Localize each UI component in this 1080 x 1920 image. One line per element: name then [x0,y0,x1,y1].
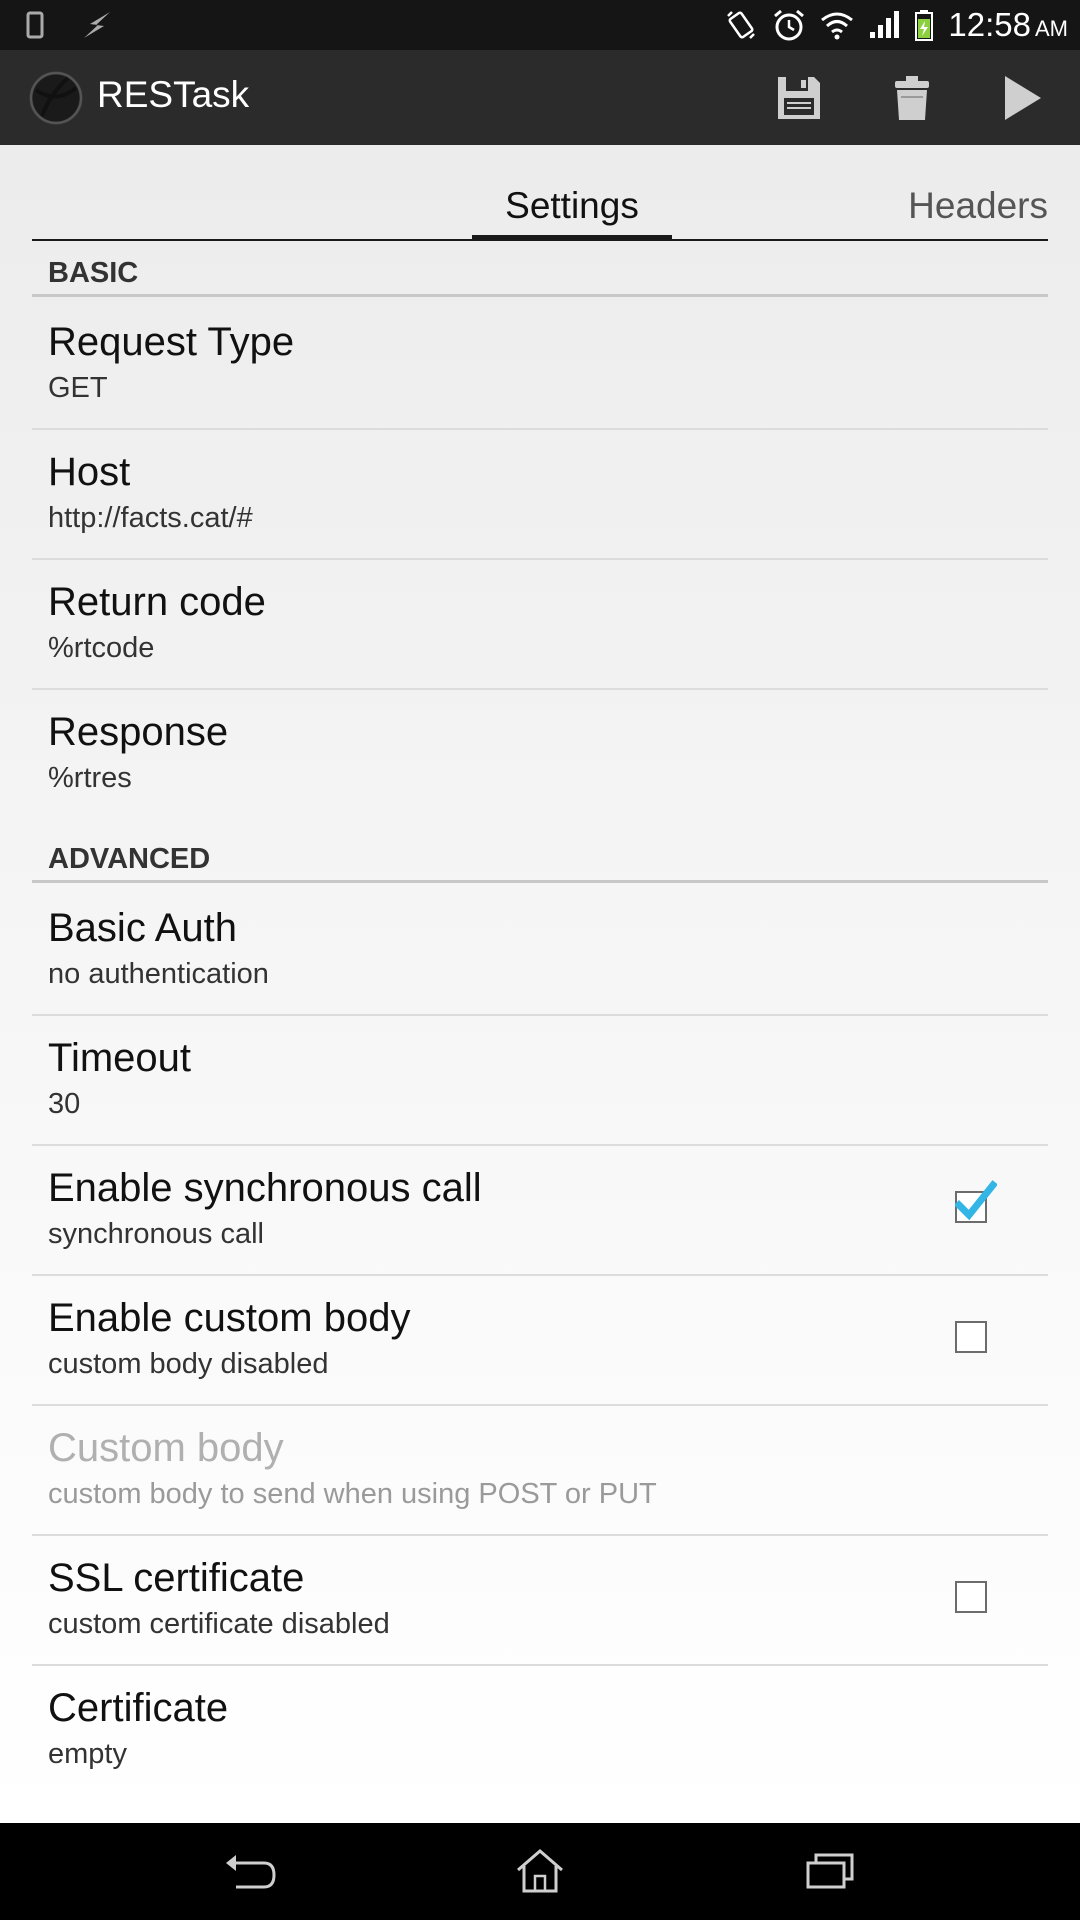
recents-icon [806,1853,854,1889]
section-header-basic: BASIC [32,247,1048,297]
custom-body-checkbox[interactable] [955,1321,987,1353]
pref-summary: http://facts.cat/# [48,502,253,534]
settings-content: Settings Headers BASIC Request Type GET … [0,145,1080,1823]
trash-icon [895,76,929,120]
pref-summary: custom body disabled [48,1348,329,1380]
pref-return-code[interactable]: Return code %rtcode [32,560,1048,690]
pref-response[interactable]: Response %rtres [32,690,1048,820]
app-logo-icon [29,71,83,125]
pref-title: Request Type [48,320,295,364]
pref-summary: custom certificate disabled [48,1608,390,1640]
check-icon [955,1180,997,1221]
pref-custom-body: Custom body custom body to send when usi… [32,1406,1048,1536]
navigation-bar [0,1823,1080,1920]
app-title: RESTask [97,74,250,115]
status-time: 12:58 AM [948,6,1068,43]
pref-title: Enable synchronous call [48,1166,482,1210]
section-title: BASIC [48,257,139,289]
sync-call-checkbox[interactable] [955,1180,997,1223]
play-icon [1005,76,1041,120]
save-icon [778,77,820,119]
ssl-certificate-checkbox[interactable] [955,1581,987,1613]
tab-indicator [472,235,672,241]
run-button[interactable] [993,70,1053,126]
pref-summary: 30 [48,1088,81,1120]
pref-host[interactable]: Host http://facts.cat/# [32,430,1048,560]
tab-bar: Settings Headers [32,145,1048,241]
vibrate-icon [727,11,756,39]
usb-debug-icon [84,12,110,38]
pref-title: SSL certificate [48,1556,305,1600]
status-bar: 12:58 AM [0,0,1080,50]
pref-title: Custom body [48,1426,284,1470]
back-button[interactable] [215,1843,285,1899]
pref-summary: %rtcode [48,632,155,664]
pref-title: Host [48,450,131,494]
signal-icon [870,11,900,38]
alarm-icon [774,9,805,41]
pref-title: Return code [48,580,266,624]
section-header-advanced: ADVANCED [32,833,1048,883]
home-icon [517,1849,563,1893]
pref-summary: empty [48,1738,127,1770]
battery-icon [915,10,934,41]
wifi-icon [821,12,854,40]
pref-summary: synchronous call [48,1218,264,1250]
pref-title: Enable custom body [48,1296,411,1340]
pref-summary: %rtres [48,762,132,794]
action-bar: RESTask [0,50,1080,145]
back-icon [226,1855,276,1889]
save-button[interactable] [769,70,829,126]
home-button[interactable] [505,1843,575,1899]
pref-title: Response [48,710,229,754]
recents-button[interactable] [795,1843,865,1899]
pref-request-type[interactable]: Request Type GET [32,300,1048,430]
pref-summary: GET [48,372,108,404]
pref-certificate[interactable]: Certificate empty [32,1666,1048,1796]
tab-headers[interactable]: Headers [908,185,1048,227]
pref-title: Timeout [48,1036,192,1080]
pref-custom-body-enable[interactable]: Enable custom body custom body disabled [32,1276,1048,1406]
pref-ssl-certificate[interactable]: SSL certificate custom certificate disab… [32,1536,1048,1666]
section-title: ADVANCED [48,843,211,875]
tab-settings[interactable]: Settings [472,185,672,227]
pref-title: Basic Auth [48,906,238,950]
phone-icon [26,11,44,39]
pref-basic-auth[interactable]: Basic Auth no authentication [32,886,1048,1016]
pref-title: Certificate [48,1686,229,1730]
pref-summary: custom body to send when using POST or P… [48,1478,657,1510]
pref-summary: no authentication [48,958,269,990]
pref-timeout[interactable]: Timeout 30 [32,1016,1048,1146]
pref-sync-call[interactable]: Enable synchronous call synchronous call [32,1146,1048,1276]
delete-button[interactable] [882,70,942,126]
